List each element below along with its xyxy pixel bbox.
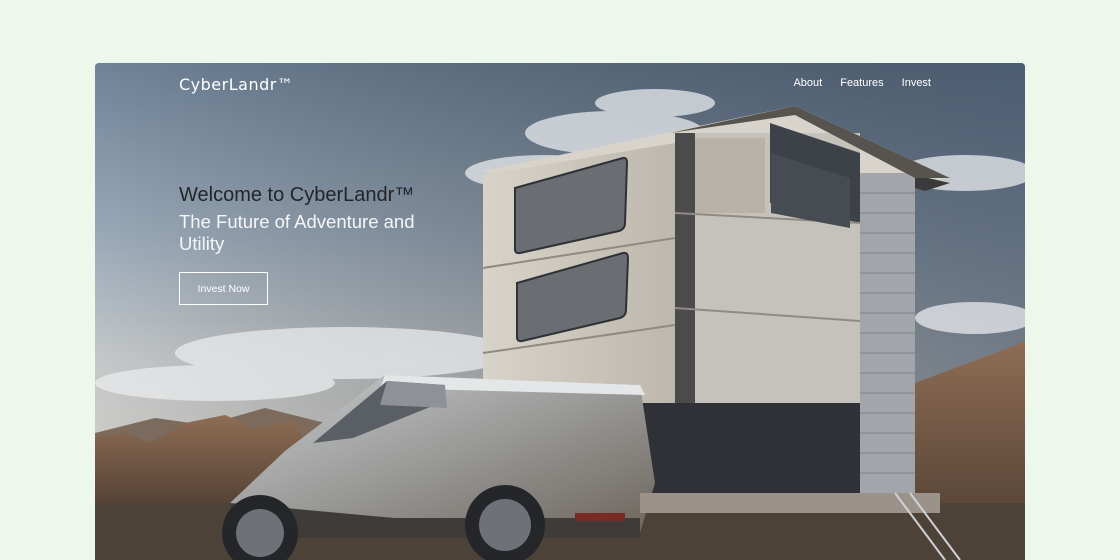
invest-now-button[interactable]: Invest Now xyxy=(179,272,268,305)
hero-text: Welcome to CyberLandr™ The Future of Adv… xyxy=(179,183,459,255)
nav-link-about[interactable]: About xyxy=(793,77,822,89)
hero-background-image xyxy=(95,63,1025,560)
nav-link-features[interactable]: Features xyxy=(840,77,883,89)
hero-subtitle: The Future of Adventure and Utility xyxy=(179,211,415,254)
top-navigation: CyberLandr™ About Features Invest xyxy=(95,63,1025,107)
hero-section: CyberLandr™ About Features Invest Welcom… xyxy=(95,63,1025,560)
hero-title: Welcome to CyberLandr™ xyxy=(179,184,415,206)
brand-logo[interactable]: CyberLandr™ xyxy=(179,75,293,94)
nav-link-invest[interactable]: Invest xyxy=(902,77,931,89)
nav-links: About Features Invest xyxy=(793,77,931,89)
